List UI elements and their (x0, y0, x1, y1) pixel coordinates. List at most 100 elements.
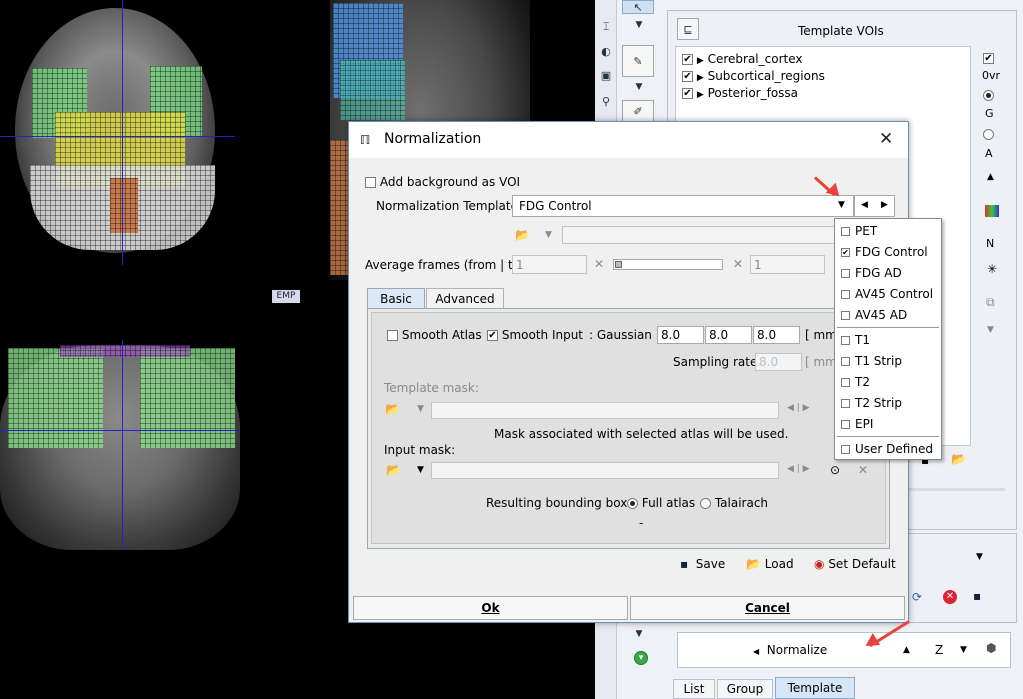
smooth-input-checkbox[interactable]: ✔ Smooth Input (487, 328, 583, 342)
voi-tree-item[interactable]: ✔ ▶ Posterior_fossa (682, 86, 798, 100)
visible-checkbox[interactable]: ✔ (983, 51, 994, 65)
avg-to-spinner[interactable]: 1 (750, 255, 825, 274)
next-icon[interactable]: ▶ (881, 200, 888, 210)
gaussian-x-input[interactable]: 8.0 (657, 326, 704, 344)
mask-nav-icons[interactable]: ◀ | ▶ (787, 403, 810, 413)
add-background-checkbox[interactable]: Add background as VOI (365, 175, 520, 189)
open-folder-icon[interactable]: 📂 (515, 228, 530, 242)
voi-tree-item[interactable]: ✔ ▶ Cerebral_cortex (682, 52, 802, 66)
accept-icon[interactable]: ▾ (634, 651, 648, 665)
tool-icon-2[interactable]: ◐ (597, 42, 615, 60)
voi-tree-item[interactable]: ✔ ▶ Subcortical_regions (682, 69, 825, 83)
asterisk-icon[interactable]: ✳ (987, 262, 997, 276)
tab-basic[interactable]: Basic (367, 288, 425, 309)
menu-item-fdg-ad[interactable]: FDG AD (841, 263, 902, 283)
clear-icon[interactable]: ✕ (858, 463, 868, 477)
hierarchy-icon[interactable]: ⊑ (677, 18, 699, 40)
bbox-full-radio[interactable]: Full atlas (627, 496, 695, 510)
radio-option[interactable] (983, 127, 994, 141)
delete-icon[interactable]: ✕ (943, 590, 957, 604)
clear-icon[interactable]: ✕ (733, 257, 743, 271)
radio-option[interactable] (983, 88, 994, 102)
voi-checkbox[interactable]: ✔ (682, 88, 693, 99)
scroll-slider[interactable] (907, 488, 1005, 491)
gaussian-z-input[interactable]: 8.0 (753, 326, 800, 344)
load-button[interactable]: 📂 Load (746, 557, 794, 571)
ok-button[interactable]: Ok (353, 596, 628, 620)
cancel-button[interactable]: Cancel (630, 596, 905, 620)
edit-tool-button[interactable]: ✐ (622, 100, 654, 122)
printer-icon[interactable]: ▣ (597, 66, 615, 84)
z-label[interactable]: Z (935, 643, 943, 657)
voi-tool-button[interactable]: ✎ (622, 45, 654, 77)
chevron-down-icon[interactable]: ▼ (631, 80, 647, 94)
menu-item-fdg-control[interactable]: ✔ FDG Control (841, 242, 928, 262)
chevron-down-icon[interactable]: ▼ (417, 404, 424, 414)
clear-icon[interactable]: ✕ (594, 257, 604, 271)
tab-list[interactable]: List (673, 679, 715, 699)
open-folder-icon[interactable]: 📂 (386, 463, 401, 477)
sync-icon[interactable]: ⟳ (912, 590, 922, 604)
ok-label: Ok (481, 601, 500, 615)
open-folder-icon[interactable]: 📂 (385, 402, 400, 416)
menu-item-av45-control[interactable]: AV45 Control (841, 284, 933, 304)
menu-item-pet[interactable]: PET (841, 221, 877, 241)
menu-item-user-defined[interactable]: User Defined (841, 439, 933, 459)
set-default-button[interactable]: ◉ Set Default (814, 557, 896, 571)
menu-item-t1[interactable]: T1 (841, 330, 870, 350)
frame-range-slider[interactable] (613, 259, 723, 270)
pointer-tool-button[interactable]: ↖ (622, 0, 654, 14)
sampling-rate-input[interactable]: 8.0 (755, 353, 802, 371)
tab-label: List (683, 682, 705, 696)
save-icon[interactable]: ▪ (973, 589, 981, 603)
menu-item-epi[interactable]: EPI (841, 414, 873, 434)
normalize-button[interactable]: ◀ Normalize (753, 643, 827, 657)
chevron-down-icon[interactable]: ▼ (545, 230, 552, 240)
menu-item-t1-strip[interactable]: T1 Strip (841, 351, 902, 371)
chevron-down-icon[interactable]: ▼ (631, 627, 647, 641)
previous-icon[interactable]: ◀ (861, 200, 868, 210)
avg-from-spinner[interactable]: 1 (512, 255, 587, 274)
copy-icon[interactable]: ⧉ (986, 295, 995, 310)
template-select[interactable]: FDG Control ▼ (512, 195, 854, 217)
tab-template[interactable]: Template (775, 677, 855, 699)
template-prev-next[interactable]: ◀ ▶ (854, 195, 895, 217)
bbox-talairach-radio[interactable]: Talairach (700, 496, 768, 510)
open-folder-icon[interactable]: 📂 (951, 452, 966, 466)
mask-nav-icons[interactable]: ◀ | ▶ (787, 464, 810, 474)
tab-label: Template (787, 681, 843, 695)
tab-advanced[interactable]: Advanced (426, 288, 504, 309)
voi-checkbox[interactable]: ✔ (682, 71, 693, 82)
menu-item-t2-strip[interactable]: T2 Strip (841, 393, 902, 413)
brain-icon[interactable]: ⬢ (986, 641, 996, 655)
color-icon[interactable] (985, 205, 999, 217)
chevron-up-icon[interactable]: ▲ (903, 645, 910, 655)
menu-item-t2[interactable]: T2 (841, 372, 870, 392)
input-mask-field[interactable] (431, 462, 779, 479)
save-button[interactable]: ▪ Save (680, 557, 725, 571)
gaussian-y-input[interactable]: 8.0 (705, 326, 752, 344)
voi-tree-label: Subcortical_regions (707, 69, 825, 83)
slider-thumb[interactable] (615, 261, 622, 268)
chevron-up-icon[interactable]: ▲ (987, 172, 994, 182)
tab-group[interactable]: Group (717, 679, 773, 699)
more-icon[interactable]: ⊙ (830, 463, 840, 477)
menu-item-av45-ad[interactable]: AV45 AD (841, 305, 907, 325)
chevron-down-icon[interactable]: ▼ (631, 18, 647, 32)
chevron-down-icon[interactable]: ▼ (417, 465, 424, 475)
chevron-down-icon[interactable]: ▼ (976, 552, 983, 562)
chevron-down-icon[interactable]: ▼ (987, 325, 994, 335)
close-icon[interactable]: ✕ (879, 129, 893, 149)
template-mask-field[interactable] (431, 402, 779, 419)
chevron-down-icon[interactable]: ▼ (960, 645, 967, 655)
chevron-down-icon[interactable]: ▼ (838, 200, 845, 210)
voi-checkbox[interactable]: ✔ (682, 54, 693, 65)
template-file-field[interactable] (562, 226, 852, 244)
voi-overlay-teal (340, 60, 405, 120)
bbox-value: - (639, 516, 644, 530)
n-label[interactable]: N (986, 237, 994, 250)
smooth-atlas-checkbox[interactable]: Smooth Atlas (387, 328, 482, 342)
bbox-label: Resulting bounding box: (486, 496, 632, 510)
tool-icon-4[interactable]: ⚲ (597, 92, 615, 110)
tool-icon-1[interactable]: ⌶ (597, 18, 615, 36)
